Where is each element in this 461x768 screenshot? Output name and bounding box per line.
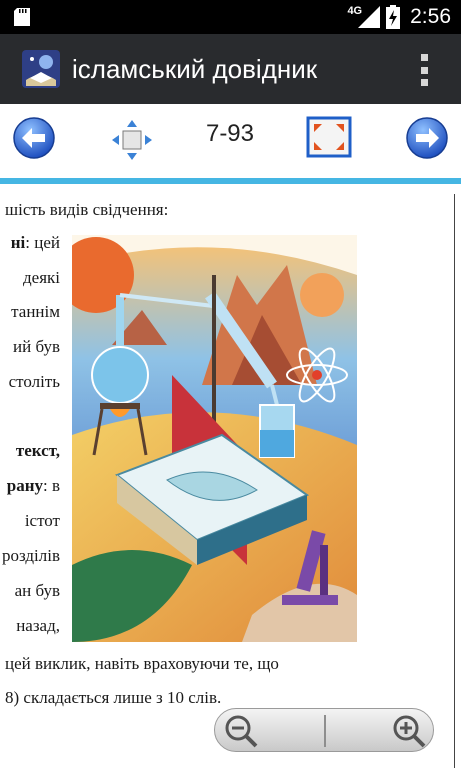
zoom-controls: [214, 708, 434, 752]
app-title: ісламський довідник: [72, 54, 318, 84]
app-logo-icon[interactable]: [22, 50, 60, 88]
status-bar: 4G 2:56: [0, 0, 461, 34]
page-border: [454, 194, 455, 768]
text-line: століть: [8, 372, 60, 391]
text-line: текст,: [15, 441, 60, 460]
battery-charging-icon: [386, 5, 401, 29]
text-line: шість видів свідчення:: [5, 200, 169, 219]
zoom-out-icon[interactable]: [223, 713, 259, 749]
clock: 2:56: [410, 5, 451, 28]
fullscreen-icon[interactable]: [306, 116, 352, 158]
arrow-left-icon[interactable]: [12, 116, 56, 160]
text-line: ні: цей: [10, 233, 60, 252]
zoom-divider: [324, 715, 326, 747]
text-line: розділів: [1, 546, 60, 565]
zoom-in-icon[interactable]: [391, 713, 427, 749]
arrow-right-icon[interactable]: [405, 116, 449, 160]
text-line: 8) складається лише з 10 слів.: [5, 688, 222, 707]
text-line: назад,: [16, 616, 60, 635]
move-arrows-icon[interactable]: [110, 118, 154, 162]
book-page: шість видів свідчення: ні: цей деякі тан…: [0, 184, 461, 768]
text-line: істот: [24, 511, 60, 530]
action-bar: ісламський довідник: [0, 34, 461, 104]
text-line: деякі: [23, 268, 60, 287]
network-type: 4G: [347, 5, 363, 17]
text-line: цей виклик, навіть враховуючи те, що: [5, 654, 279, 673]
text-line: ий був: [13, 337, 60, 356]
page-indicator: 7-93: [205, 120, 255, 147]
text-line: ан був: [14, 581, 60, 600]
text-line: таннім: [11, 302, 60, 321]
text-line: рану: в: [6, 476, 60, 495]
navigation-toolbar: 7-93: [0, 104, 461, 178]
overflow-menu-icon[interactable]: [421, 54, 429, 86]
science-book-illustration: [72, 235, 357, 642]
sd-card-icon: [14, 8, 30, 26]
